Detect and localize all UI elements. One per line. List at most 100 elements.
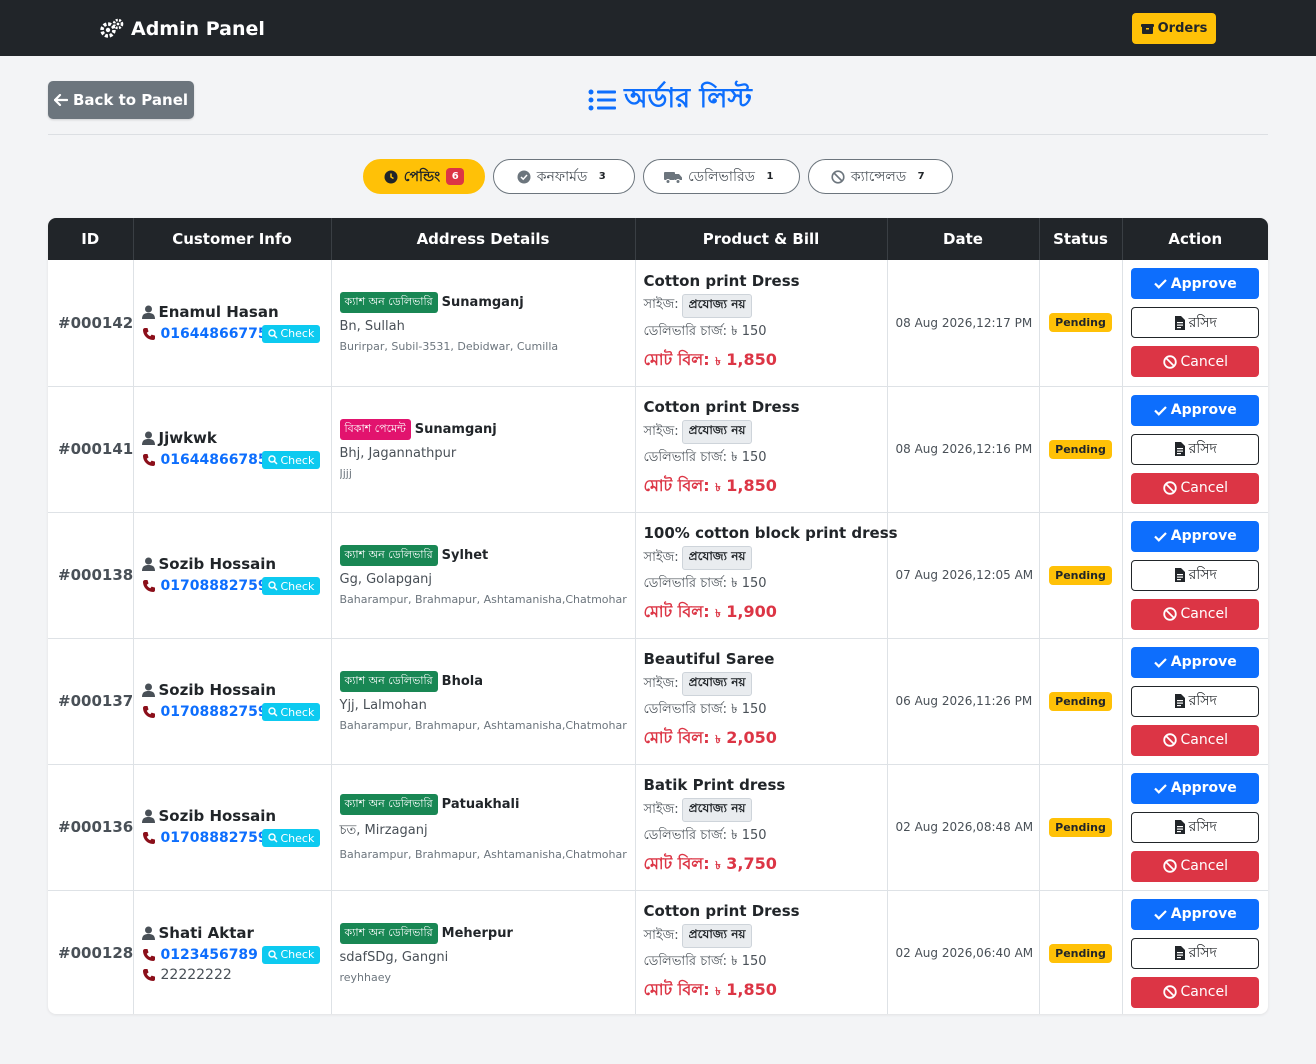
charge-value: 150 — [741, 828, 767, 843]
check-icon — [1153, 783, 1167, 794]
cancel-button[interactable]: Cancel — [1131, 346, 1260, 378]
district: Meherpur — [441, 925, 513, 941]
phone-link[interactable]: 01708882759 — [161, 578, 268, 594]
arrow-left-icon — [53, 94, 68, 106]
user-icon — [141, 683, 155, 697]
action-cell: Approve রসিদ Cancel — [1122, 386, 1268, 512]
check-button[interactable]: Check — [261, 451, 321, 469]
approve-button[interactable]: Approve — [1131, 772, 1260, 804]
tab-delivered[interactable]: ডেলিভারিড 1 — [643, 159, 800, 194]
charge-prefix: ডেলিভারি চার্জ: ৳ — [643, 450, 738, 465]
table-row: #000142 Enamul Hasan 01644866775 Check ক… — [48, 260, 1268, 386]
phone-link[interactable]: 0123456789 — [161, 947, 258, 963]
secondary-phone: 22222222 — [160, 966, 232, 983]
total-value: 2,050 — [726, 728, 777, 747]
address-top: বিকাশ পেমেন্ট Sunamganj — [339, 418, 627, 440]
file-icon — [1174, 820, 1185, 834]
approve-label: Approve — [1170, 780, 1237, 796]
header-status: Status — [1039, 218, 1123, 260]
phone-link[interactable]: 01644866785 — [161, 452, 268, 468]
address-top: ক্যাশ অন ডেলিভারি Bhola — [339, 670, 627, 692]
customer-info-cell: Sozib Hossain 01708882759 Check — [133, 512, 332, 638]
status-cell: Pending — [1039, 764, 1123, 890]
customer-name-text: Sozib Hossain — [158, 807, 277, 825]
status-cell: Pending — [1039, 512, 1123, 638]
action-cell: Approve রসিদ Cancel — [1122, 638, 1268, 764]
phone-link[interactable]: 01708882759 — [161, 704, 268, 720]
receipt-button[interactable]: রসিদ — [1131, 433, 1260, 465]
approve-button[interactable]: Approve — [1131, 520, 1260, 552]
address-full: Baharampur, Brahmapur, Ashtamanisha,Chat… — [339, 592, 627, 606]
delivery-charge: ডেলিভারি চার্জ: ৳ 150 — [644, 826, 879, 847]
phone-link[interactable]: 01644866775 — [161, 326, 268, 342]
tab-cancelled[interactable]: ক্যান্সেলড 7 — [808, 159, 953, 194]
tab-confirmed[interactable]: কনফার্মড 3 — [493, 159, 635, 194]
check-button[interactable]: Check — [261, 945, 321, 964]
brand[interactable]: Admin Panel — [99, 15, 265, 43]
address-top: ক্যাশ অন ডেলিভারি Meherpur — [339, 922, 627, 944]
product-name: Cotton print Dress — [643, 271, 800, 290]
receipt-label: রসিদ — [1188, 441, 1217, 457]
total-prefix: মোট বিল: — [643, 728, 710, 747]
size-badge: প্রযোজ্য নয় — [681, 798, 753, 822]
receipt-button[interactable]: রসিদ — [1131, 559, 1260, 591]
header-id: ID — [48, 218, 134, 260]
product-bill-cell: Beautiful Saree সাইজ: প্রযোজ্য নয় ডেলিভ… — [635, 638, 888, 764]
approve-button[interactable]: Approve — [1131, 898, 1260, 930]
total-value: 1,900 — [726, 602, 777, 621]
status-cell: Pending — [1039, 260, 1123, 386]
total-prefix: মোট বিল: — [643, 349, 710, 369]
product-name: Beautiful Saree — [643, 650, 775, 668]
receipt-label: রসিদ — [1188, 314, 1217, 331]
approve-button[interactable]: Approve — [1131, 268, 1260, 300]
address-line: চত, Mirzaganj — [339, 822, 428, 838]
cancel-button[interactable]: Cancel — [1131, 850, 1260, 882]
receipt-button[interactable]: রসিদ — [1131, 307, 1260, 339]
address-cell: ক্যাশ অন ডেলিভারি Patuakhali চত, Mirzaga… — [331, 764, 636, 890]
check-button[interactable]: Check — [261, 324, 321, 343]
product-bill-cell: 100% cotton block print dress সাইজ: প্রয… — [635, 512, 898, 638]
tab-pending[interactable]: পেন্ডিং 6 — [363, 159, 485, 194]
size-prefix: সাইজ: — [643, 675, 679, 691]
currency-symbol: ৳ — [715, 481, 721, 494]
check-button[interactable]: Check — [261, 703, 321, 721]
order-id: #000128 — [48, 890, 134, 1014]
total-prefix: মোট বিল: — [643, 980, 710, 1000]
delivery-charge: ডেলিভারি চার্জ: ৳ 150 — [644, 322, 879, 343]
approve-label: Approve — [1170, 654, 1237, 670]
order-id: #000138 — [48, 512, 134, 638]
address-full: Jjjj — [339, 466, 352, 480]
action-cell: Approve রসিদ Cancel — [1122, 260, 1268, 386]
customer-name: Jjwkwk — [141, 429, 323, 447]
cancel-button[interactable]: Cancel — [1131, 976, 1260, 1008]
cancel-label: Cancel — [1180, 480, 1228, 496]
order-id: #000141 — [48, 386, 134, 512]
orders-button[interactable]: Orders — [1132, 13, 1216, 44]
cancel-label: Cancel — [1180, 606, 1228, 622]
approve-button[interactable]: Approve — [1131, 646, 1260, 678]
phone-icon — [142, 453, 156, 467]
search-icon — [267, 707, 278, 717]
back-to-panel-button[interactable]: Back to Panel — [48, 81, 194, 119]
table-row: #000136 Sozib Hossain 01708882759 Check — [48, 764, 1268, 890]
customer-info-cell: Enamul Hasan 01644866775 Check — [133, 260, 332, 386]
receipt-button[interactable]: রসিদ — [1131, 811, 1260, 843]
cancel-button[interactable]: Cancel — [1131, 472, 1260, 504]
order-date: 06 Aug 2026,11:26 PM — [887, 638, 1040, 764]
product-name: Cotton print Dress — [643, 902, 800, 921]
phone-link[interactable]: 01708882759 — [161, 830, 268, 846]
size-line: সাইজ: প্রযোজ্য নয় — [644, 420, 879, 444]
customer-name: Shati Aktar — [141, 924, 323, 942]
approve-button[interactable]: Approve — [1131, 394, 1260, 426]
check-button[interactable]: Check — [261, 829, 321, 847]
receipt-button[interactable]: রসিদ — [1131, 937, 1260, 969]
size-prefix: সাইজ: — [643, 549, 679, 565]
user-icon — [141, 809, 155, 823]
total-bill: মোট বিল: ৳ 1,850 — [644, 347, 879, 374]
total-prefix: মোট বিল: — [643, 476, 710, 495]
receipt-button[interactable]: রসিদ — [1131, 685, 1260, 717]
cancel-button[interactable]: Cancel — [1131, 724, 1260, 756]
check-button[interactable]: Check — [261, 577, 321, 595]
size-line: সাইজ: প্রযোজ্য নয় — [644, 924, 879, 949]
cancel-button[interactable]: Cancel — [1131, 598, 1260, 630]
